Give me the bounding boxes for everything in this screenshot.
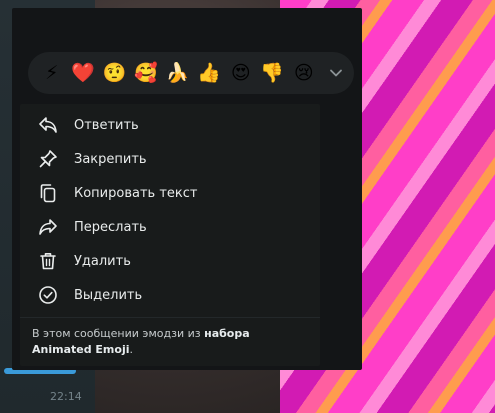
reaction-zap[interactable]: ⚡ [36,57,68,89]
menu-item-label: Закрепить [74,151,147,167]
select-check-icon [36,283,60,307]
emoji-pack-note-suffix: . [129,343,134,356]
trash-icon [36,249,60,273]
pin-icon [36,147,60,171]
emoji-pack-note: В этом сообщении эмодзи из набора Animat… [32,326,310,358]
menu-item-label: Удалить [74,253,131,269]
reaction-raised-eyebrow[interactable]: 🤨 [99,57,131,89]
reaction-bar: ⚡ ❤️ 🤨 🥰 🍌 👍 😍 👎 😢 [28,52,354,94]
emoji-pack-note-prefix: В этом сообщении эмодзи из [32,327,201,340]
menu-item-delete[interactable]: Удалить [20,244,320,278]
menu-item-select[interactable]: Выделить [20,278,320,312]
menu-divider [20,317,320,318]
copy-icon [36,181,60,205]
message-time: 22:14 [50,390,82,403]
reaction-heart[interactable]: ❤️ [68,57,100,89]
chevron-down-icon [329,69,342,77]
reaction-thumbs-down[interactable]: 👎 [257,57,289,89]
reply-icon [36,113,60,137]
reaction-smiling-hearts[interactable]: 🥰 [131,57,163,89]
reaction-crying[interactable]: 😢 [288,57,320,89]
reaction-heart-eyes[interactable]: 😍 [225,57,257,89]
expand-reactions-button[interactable] [322,59,350,87]
reaction-thumbs-up[interactable]: 👍 [194,57,226,89]
forward-icon [36,215,60,239]
menu-item-reply[interactable]: Ответить [20,108,320,142]
menu-item-label: Выделить [74,287,143,303]
context-menu: Ответить Закрепить Копировать текст Пере… [20,104,320,366]
menu-item-copy-text[interactable]: Копировать текст [20,176,320,210]
menu-item-label: Ответить [74,117,139,133]
reaction-banana[interactable]: 🍌 [162,57,194,89]
menu-item-label: Переслать [74,219,147,235]
menu-item-forward[interactable]: Переслать [20,210,320,244]
menu-item-label: Копировать текст [74,185,198,201]
menu-item-pin[interactable]: Закрепить [20,142,320,176]
